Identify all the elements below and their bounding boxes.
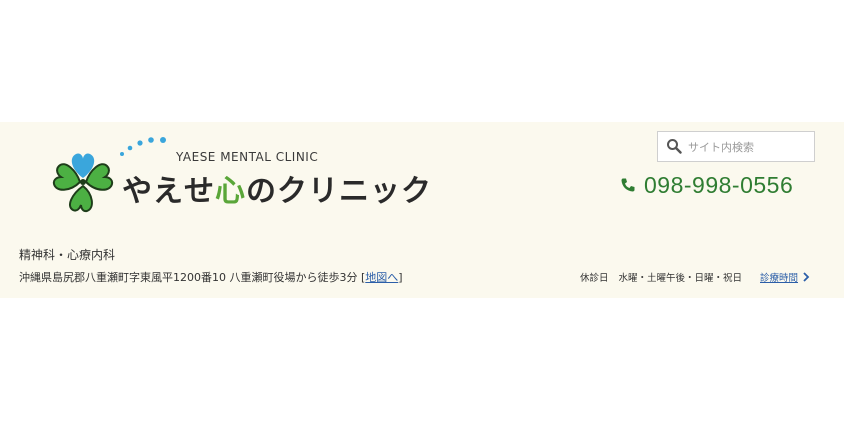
- clover-logo-icon: [52, 153, 114, 213]
- closed-days-value: 水曜・土曜午後・日曜・祝日: [618, 273, 743, 284]
- address-close-bracket: ]: [398, 271, 403, 284]
- chevron-right-icon: [803, 272, 810, 282]
- map-link[interactable]: 地図へ: [365, 271, 398, 284]
- clinic-logo[interactable]: YAESE MENTAL CLINIC やえせ心のクリニック: [50, 136, 431, 220]
- closed-days-label: 休診日: [580, 273, 609, 284]
- consultation-hours-link[interactable]: 診療時間: [760, 270, 810, 284]
- decorative-dots-icon: [120, 137, 166, 156]
- search-input[interactable]: [686, 135, 812, 160]
- logo-name-part2: のクリニック: [246, 174, 432, 209]
- search-icon[interactable]: [666, 138, 682, 154]
- logo-subtitle: YAESE MENTAL CLINIC: [176, 150, 319, 164]
- site-search: [657, 131, 815, 162]
- address-text: 沖縄県島尻郡八重瀬町字東風平1200番10 八重瀬町役場から徒歩3分 [: [19, 271, 366, 284]
- consultation-hours-label: 診療時間: [760, 273, 799, 284]
- phone-icon: [621, 178, 635, 192]
- departments: 精神科・心療内科: [19, 248, 116, 262]
- logo-name-kokoro: 心: [215, 174, 246, 209]
- phone-number-text: 098-998-0556: [644, 171, 794, 198]
- logo-name: やえせ心のクリニック: [122, 166, 432, 210]
- closed-days-info: 休診日 水曜・土曜午後・日曜・祝日 診療時間: [580, 270, 810, 284]
- phone-number[interactable]: 098-998-0556: [620, 170, 793, 200]
- logo-name-part1: やえせ: [122, 174, 215, 209]
- address: 沖縄県島尻郡八重瀬町字東風平1200番10 八重瀬町役場から徒歩3分 [地図へ]: [19, 269, 403, 285]
